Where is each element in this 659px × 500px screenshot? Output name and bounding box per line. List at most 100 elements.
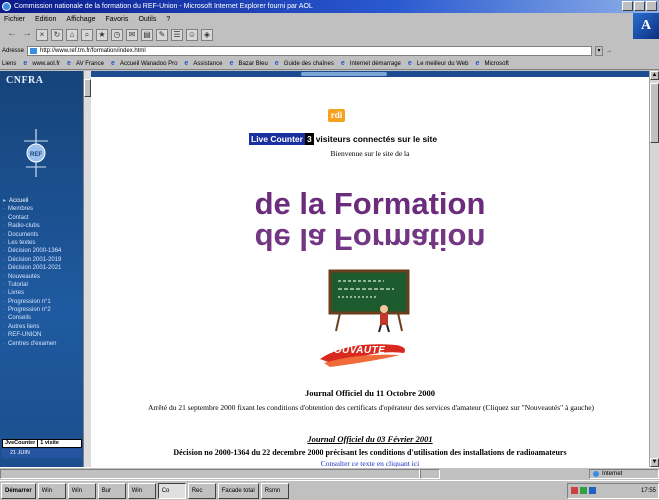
nouveau-button[interactable]: NOUVAUTE <box>316 339 412 369</box>
menu-edition[interactable]: Edition <box>35 13 56 26</box>
menu-help[interactable]: ? <box>166 13 170 26</box>
go-button[interactable]: → <box>606 48 612 54</box>
menu-fichier[interactable]: Fichier <box>4 13 25 26</box>
menu-favoris[interactable]: Favoris <box>105 13 128 26</box>
ref-emblem-icon: REF <box>24 129 48 177</box>
sidebar-scrollbar[interactable] <box>83 71 91 467</box>
link-item[interactable]: Accueil Wanadoo Pro <box>111 60 177 67</box>
tray-icon[interactable] <box>589 487 596 494</box>
tray-icon[interactable] <box>571 487 578 494</box>
sidebar-item-textes[interactable]: · Les textes <box>3 239 83 247</box>
status-text-pane <box>0 469 420 479</box>
links-bar: Liens www.aol.fr AV France Accueil Wanad… <box>0 58 659 70</box>
sidebar-scroll-thumb[interactable] <box>84 79 91 97</box>
counter-label: JveCounter <box>5 440 36 446</box>
sidebar-item-radio-clubs[interactable]: · Radio-clubs <box>3 222 83 230</box>
maximize-button[interactable] <box>634 1 645 11</box>
taskbar-item[interactable]: Facade total <box>217 482 259 499</box>
tray-clock: 17:55 <box>640 487 656 494</box>
link-item[interactable]: Le meilleur du Web <box>408 60 469 67</box>
visit-counter: JveCounter 1 visite <box>2 439 82 448</box>
live-counter-value: 3 <box>304 133 314 145</box>
address-input[interactable]: http://www.ref.tm.fr/formation/index.htm… <box>27 46 593 56</box>
menubar: Fichier Edition Affichage Favoris Outils… <box>0 13 659 39</box>
address-label: Adresse <box>2 48 25 54</box>
sidebar-item-documents[interactable]: · Documents <box>3 231 83 239</box>
refresh-icon[interactable]: ↻ <box>51 29 63 41</box>
live-counter: Live Counter 3 visiteurs connectés sur le … <box>249 133 519 145</box>
sidebar-item-membres[interactable]: · Membres <box>3 205 83 213</box>
link-item[interactable]: Guide des chaînes <box>275 60 334 67</box>
link-item[interactable]: Internet démarrage <box>341 60 401 67</box>
main-scroll-thumb[interactable] <box>650 83 659 143</box>
sidebar-item-progression-1[interactable]: · Progression n°1 <box>3 298 83 306</box>
start-button[interactable]: Démarrer <box>1 482 36 499</box>
back-icon[interactable]: ← <box>6 29 18 41</box>
taskbar-item[interactable]: Rsmn <box>260 482 289 499</box>
taskbar-item[interactable]: Win <box>67 482 96 499</box>
scroll-up-icon[interactable]: ▲ <box>650 71 659 80</box>
status-progress-pane <box>420 469 440 479</box>
welcome-text: Bienvenue sur le site de la <box>330 149 410 158</box>
tray-icon[interactable] <box>580 487 587 494</box>
address-bar: Adresse http://www.ref.tm.fr/formation/i… <box>0 45 659 57</box>
sidebar-item-livres[interactable]: · Livres <box>3 289 83 297</box>
menu-outils[interactable]: Outils <box>138 13 156 26</box>
link-item[interactable]: AV France <box>67 60 104 67</box>
messenger-icon[interactable]: ☺ <box>186 29 198 41</box>
menu-affichage[interactable]: Affichage <box>66 13 95 26</box>
home-icon[interactable]: ⌂ <box>66 29 78 41</box>
sidebar-item-decision-1[interactable]: · Décision 2000-1364 <box>3 247 83 255</box>
history-icon[interactable]: ◷ <box>111 29 123 41</box>
sidebar-item-accueil[interactable]: ▸ Accueil <box>3 197 83 205</box>
link-item[interactable]: Bazar Bleu <box>229 60 267 67</box>
link-item[interactable]: Microsoft <box>475 60 508 67</box>
aol-logo: A <box>633 13 659 39</box>
system-tray: 17:55 <box>567 482 659 499</box>
taskbar-item[interactable]: Rec <box>187 482 216 499</box>
sidebar-item-tutorial[interactable]: · Tutorial <box>3 281 83 289</box>
live-counter-label[interactable]: Live Counter <box>249 133 305 145</box>
sidebar-item-nouveautes[interactable]: · Nouveautés <box>3 273 83 281</box>
sidebar-item-decision-3[interactable]: · Décision 2001-2021 <box>3 264 83 272</box>
forward-icon[interactable]: → <box>21 29 33 41</box>
window-controls <box>622 1 657 11</box>
search-icon[interactable]: ⌕ <box>81 29 93 41</box>
close-button[interactable] <box>646 1 657 11</box>
stop-icon[interactable]: × <box>36 29 48 41</box>
mail-icon[interactable]: ✉ <box>126 29 138 41</box>
browser-viewport: CNFRA REF ▸ Accueil · Membres · Contact · Ra… <box>0 71 659 468</box>
main-scrollbar[interactable]: ▲ ▼ <box>649 71 659 467</box>
sidebar-item-ref-union[interactable]: · REF-UNION <box>3 331 83 339</box>
edit-icon[interactable]: ✎ <box>156 29 168 41</box>
sidebar-nav: ▸ Accueil · Membres · Contact · Radio-clubs … <box>3 197 83 348</box>
print-icon[interactable]: ▤ <box>141 29 153 41</box>
taskbar-item[interactable]: Win <box>37 482 66 499</box>
rdi-badge[interactable]: rdi <box>328 109 345 122</box>
scroll-down-icon[interactable]: ▼ <box>650 458 659 467</box>
link-item[interactable]: www.aol.fr <box>23 60 60 67</box>
taskbar-item[interactable]: Bur <box>97 482 126 499</box>
address-dropdown-icon[interactable]: ▾ <box>595 46 604 56</box>
taskbar-item-active[interactable]: Co <box>157 482 186 499</box>
link-item[interactable]: Assistance <box>184 60 222 67</box>
minimize-button[interactable] <box>622 1 633 11</box>
nouveau-label: NOUVAUTE <box>326 345 386 356</box>
research-icon[interactable]: ◈ <box>201 29 213 41</box>
sidebar-item-decision-2[interactable]: · Décision 2001-2019 <box>3 256 83 264</box>
taskbar-item[interactable]: Win <box>127 482 156 499</box>
sidebar-title: CNFRA <box>6 75 44 86</box>
sidebar-item-centres-examen[interactable]: · Centres d'examen <box>3 340 83 348</box>
sidebar-item-autres-liens[interactable]: · Autres liens <box>3 323 83 331</box>
counter-value: 1 visite <box>37 440 61 447</box>
page-content: rdi Live Counter 3 visiteurs connectés sur… <box>91 71 649 468</box>
sidebar-item-progression-2[interactable]: · Progression n°2 <box>3 306 83 314</box>
sidebar-item-contact[interactable]: · Contact <box>3 214 83 222</box>
jo2-title[interactable]: Journal Officiel du 03 Février 2001 <box>91 434 649 444</box>
favorites-icon[interactable]: ★ <box>96 29 108 41</box>
discuss-icon[interactable]: ☰ <box>171 29 183 41</box>
jo1-title: Journal Officiel du 11 Octobre 2000 <box>305 388 435 398</box>
sidebar-item-conseils[interactable]: · Conseils <box>3 314 83 322</box>
main-frame: rdi Live Counter 3 visiteurs connectés sur… <box>91 71 659 468</box>
links-label: Liens <box>2 60 17 67</box>
